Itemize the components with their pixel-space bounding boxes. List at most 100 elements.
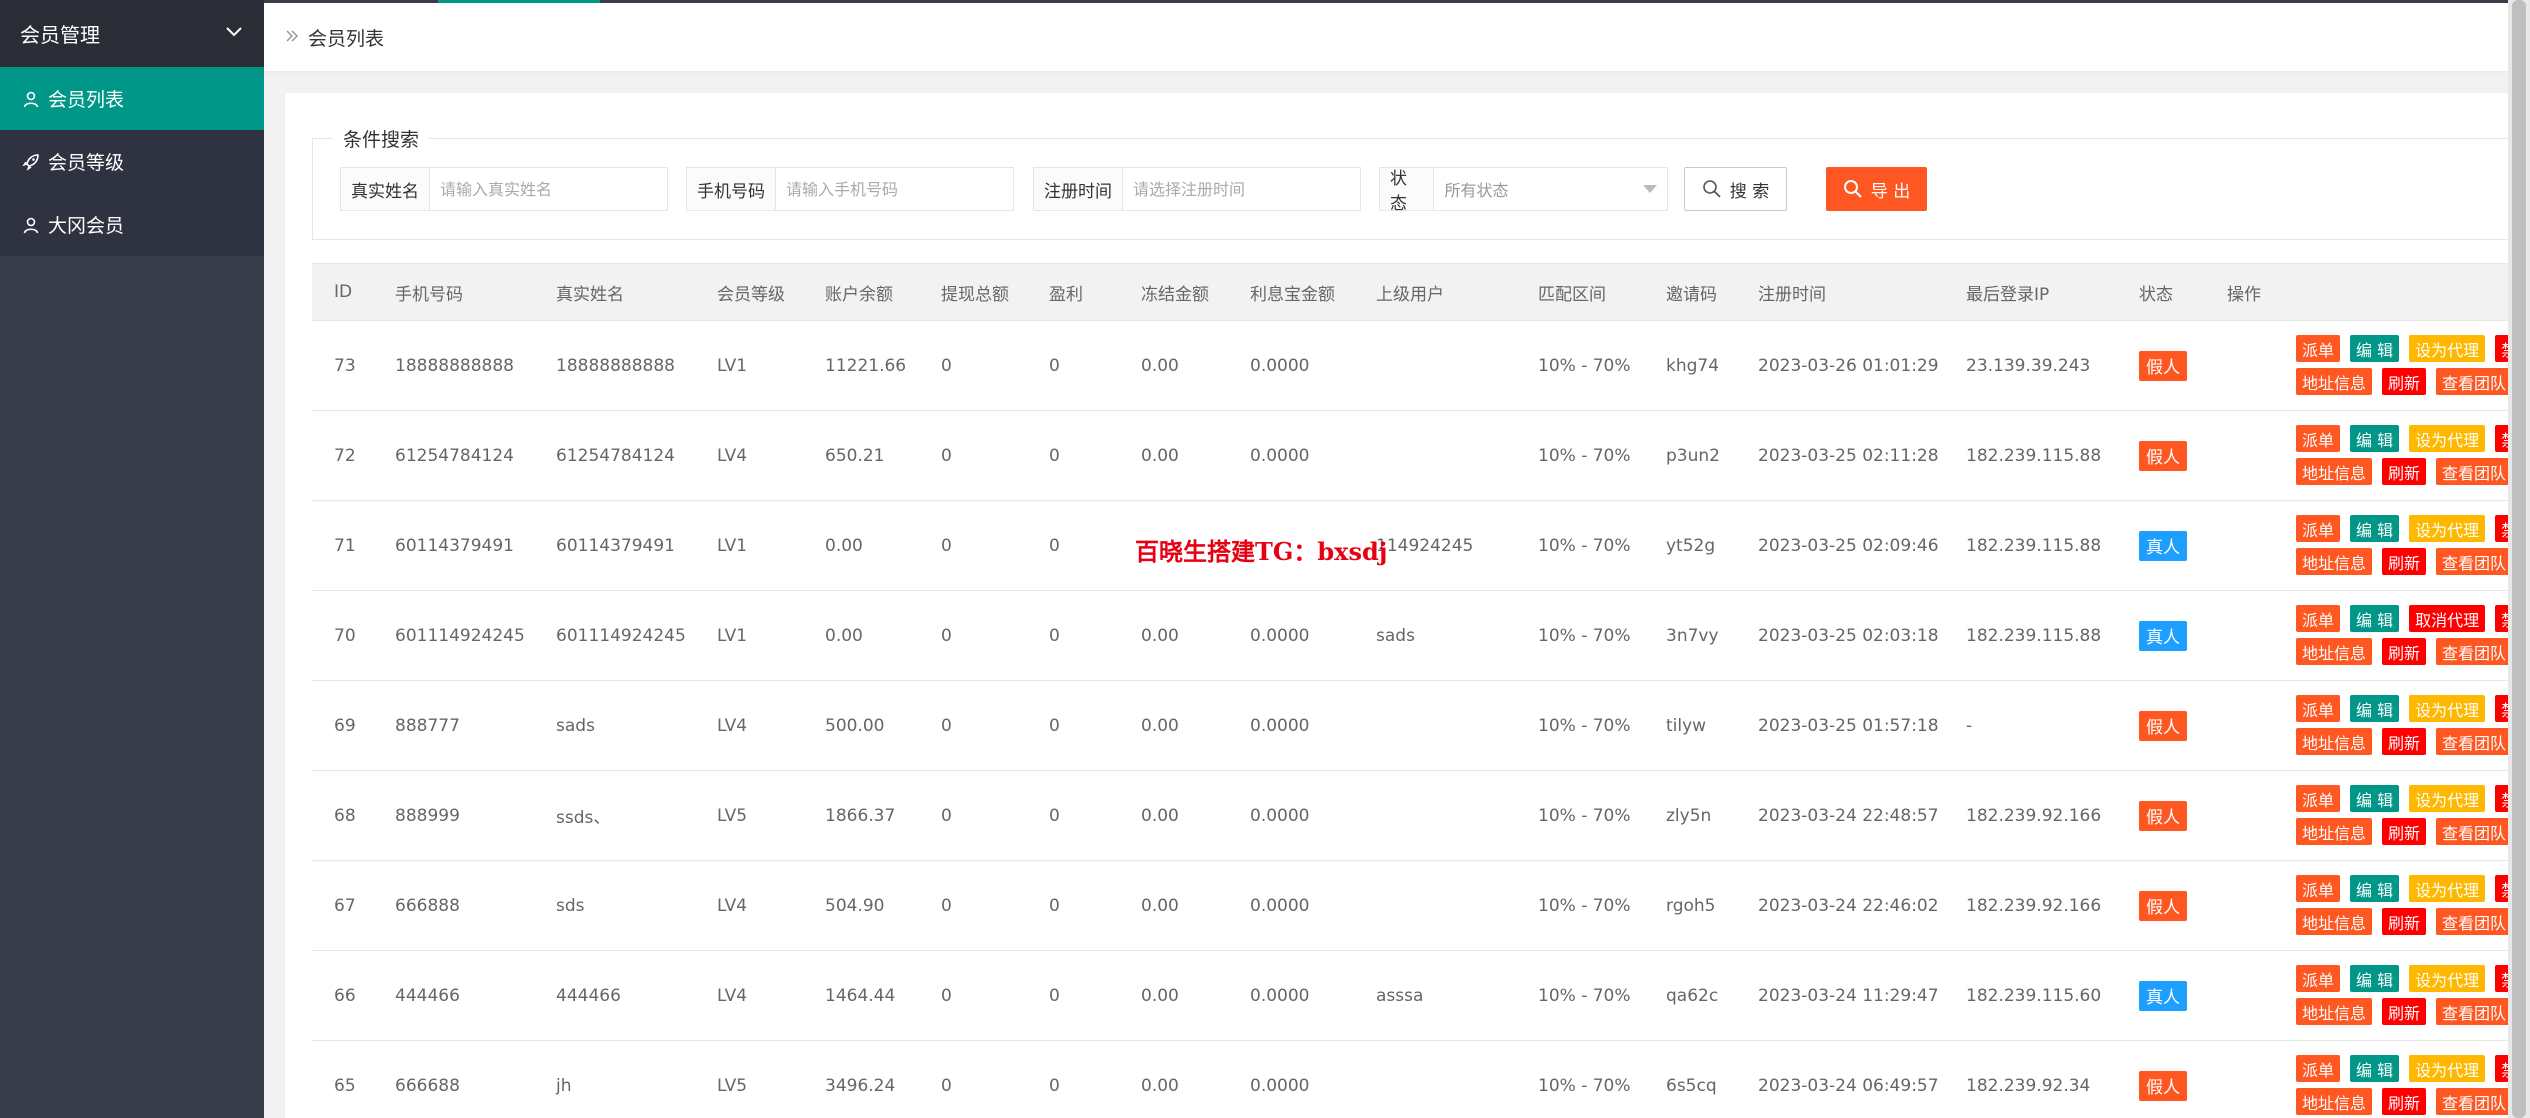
view-team-button[interactable]: 查看团队 (2436, 998, 2508, 1025)
cell-name: sds (556, 895, 585, 916)
ban-button[interactable]: 禁用 (2495, 515, 2508, 542)
dispatch-button[interactable]: 派单 (2296, 695, 2341, 722)
refresh-button[interactable]: 刷新 (2382, 998, 2427, 1025)
row-actions: 派单 编 辑 设为代理 禁用 地址信息 刷新 查看团队 账变 (2296, 425, 2508, 487)
address-info-button[interactable]: 地址信息 (2296, 638, 2373, 665)
cell-ip: 182.239.115.88 (1966, 445, 2102, 466)
cell-id: 71 (334, 535, 356, 556)
agent-toggle-button[interactable]: 设为代理 (2409, 965, 2486, 992)
rocket-icon (20, 151, 42, 173)
refresh-button[interactable]: 刷新 (2382, 638, 2427, 665)
refresh-button[interactable]: 刷新 (2382, 548, 2427, 575)
cell-withdraw: 0 (941, 535, 952, 556)
refresh-button[interactable]: 刷新 (2382, 818, 2427, 845)
cell-phone: 601114924245 (395, 625, 525, 646)
dispatch-button[interactable]: 派单 (2296, 425, 2341, 452)
sidebar-item-member-list[interactable]: 会员列表 (0, 67, 264, 130)
time-filter: 注册时间 (1033, 167, 1361, 211)
cell-level: LV4 (717, 985, 748, 1006)
edit-button[interactable]: 编 辑 (2350, 605, 2400, 632)
row-actions-line1: 派单 编 辑 设为代理 禁用 (2296, 695, 2508, 722)
breadcrumb-current[interactable]: 会员列表 (308, 24, 384, 51)
name-input[interactable] (430, 168, 660, 210)
address-info-button[interactable]: 地址信息 (2296, 818, 2373, 845)
time-input[interactable] (1123, 168, 1353, 210)
ban-button[interactable]: 禁用 (2495, 1055, 2508, 1082)
phone-input[interactable] (776, 168, 1006, 210)
cell-balance: 650.21 (825, 445, 885, 466)
address-info-button[interactable]: 地址信息 (2296, 728, 2373, 755)
dispatch-button[interactable]: 派单 (2296, 335, 2341, 362)
dispatch-button[interactable]: 派单 (2296, 515, 2341, 542)
agent-toggle-button[interactable]: 设为代理 (2409, 425, 2486, 452)
address-info-button[interactable]: 地址信息 (2296, 998, 2373, 1025)
edit-button[interactable]: 编 辑 (2350, 425, 2400, 452)
cell-interest: 0.0000 (1250, 625, 1310, 646)
cell-balance: 0.00 (825, 535, 863, 556)
cell-profit: 0 (1049, 805, 1060, 826)
refresh-button[interactable]: 刷新 (2382, 368, 2427, 395)
dispatch-button[interactable]: 派单 (2296, 965, 2341, 992)
view-team-button[interactable]: 查看团队 (2436, 728, 2508, 755)
view-team-button[interactable]: 查看团队 (2436, 548, 2508, 575)
view-team-button[interactable]: 查看团队 (2436, 368, 2508, 395)
search-button[interactable]: 搜 索 (1684, 167, 1787, 211)
view-team-button[interactable]: 查看团队 (2436, 908, 2508, 935)
agent-toggle-button[interactable]: 设为代理 (2409, 785, 2486, 812)
agent-toggle-button[interactable]: 设为代理 (2409, 515, 2486, 542)
cell-name: 60114379491 (556, 535, 675, 556)
refresh-button[interactable]: 刷新 (2382, 1088, 2427, 1115)
ban-button[interactable]: 禁用 (2495, 335, 2508, 362)
ban-button[interactable]: 禁用 (2495, 425, 2508, 452)
view-team-button[interactable]: 查看团队 (2436, 1088, 2508, 1115)
status-select[interactable]: 所有状态 (1434, 168, 1667, 210)
cell-range: 10% - 70% (1538, 445, 1631, 466)
sidebar-item-member-level[interactable]: 会员等级 (0, 130, 264, 193)
agent-toggle-button[interactable]: 设为代理 (2409, 335, 2486, 362)
address-info-button[interactable]: 地址信息 (2296, 548, 2373, 575)
cell-interest: 0.0000 (1250, 985, 1310, 1006)
view-team-button[interactable]: 查看团队 (2436, 638, 2508, 665)
agent-toggle-button[interactable]: 取消代理 (2409, 605, 2486, 632)
agent-toggle-button[interactable]: 设为代理 (2409, 695, 2486, 722)
cell-regtime: 2023-03-25 02:03:18 (1758, 625, 1939, 646)
edit-button[interactable]: 编 辑 (2350, 1055, 2400, 1082)
dispatch-button[interactable]: 派单 (2296, 875, 2341, 902)
ban-button[interactable]: 禁用 (2495, 605, 2508, 632)
address-info-button[interactable]: 地址信息 (2296, 908, 2373, 935)
refresh-button[interactable]: 刷新 (2382, 728, 2427, 755)
vertical-scrollbar[interactable] (2508, 0, 2530, 1118)
edit-button[interactable]: 编 辑 (2350, 965, 2400, 992)
dispatch-button[interactable]: 派单 (2296, 605, 2341, 632)
edit-button[interactable]: 编 辑 (2350, 785, 2400, 812)
export-button[interactable]: 导 出 (1826, 167, 1927, 211)
status-badge: 真人 (2139, 620, 2187, 651)
agent-toggle-button[interactable]: 设为代理 (2409, 875, 2486, 902)
edit-button[interactable]: 编 辑 (2350, 335, 2400, 362)
edit-button[interactable]: 编 辑 (2350, 515, 2400, 542)
view-team-button[interactable]: 查看团队 (2436, 818, 2508, 845)
sidebar-item-big-member[interactable]: 大冈会员 (0, 193, 264, 256)
dispatch-button[interactable]: 派单 (2296, 1055, 2341, 1082)
phone-filter-label: 手机号码 (687, 168, 776, 210)
dispatch-button[interactable]: 派单 (2296, 785, 2341, 812)
ban-button[interactable]: 禁用 (2495, 875, 2508, 902)
ban-button[interactable]: 禁用 (2495, 695, 2508, 722)
scrollbar-thumb[interactable] (2512, 0, 2526, 1118)
cell-ip: 182.239.92.34 (1966, 1075, 2091, 1096)
ban-button[interactable]: 禁用 (2495, 785, 2508, 812)
edit-button[interactable]: 编 辑 (2350, 875, 2400, 902)
sidebar-group-header[interactable]: 会员管理 (0, 0, 264, 67)
agent-toggle-button[interactable]: 设为代理 (2409, 1055, 2486, 1082)
view-team-button[interactable]: 查看团队 (2436, 458, 2508, 485)
edit-button[interactable]: 编 辑 (2350, 695, 2400, 722)
refresh-button[interactable]: 刷新 (2382, 458, 2427, 485)
address-info-button[interactable]: 地址信息 (2296, 458, 2373, 485)
address-info-button[interactable]: 地址信息 (2296, 368, 2373, 395)
col-header: 提现总额 (941, 284, 1009, 305)
cell-profit: 0 (1049, 445, 1060, 466)
address-info-button[interactable]: 地址信息 (2296, 1088, 2373, 1115)
ban-button[interactable]: 禁用 (2495, 965, 2508, 992)
refresh-button[interactable]: 刷新 (2382, 908, 2427, 935)
row-actions-line1: 派单 编 辑 设为代理 禁用 (2296, 335, 2508, 362)
